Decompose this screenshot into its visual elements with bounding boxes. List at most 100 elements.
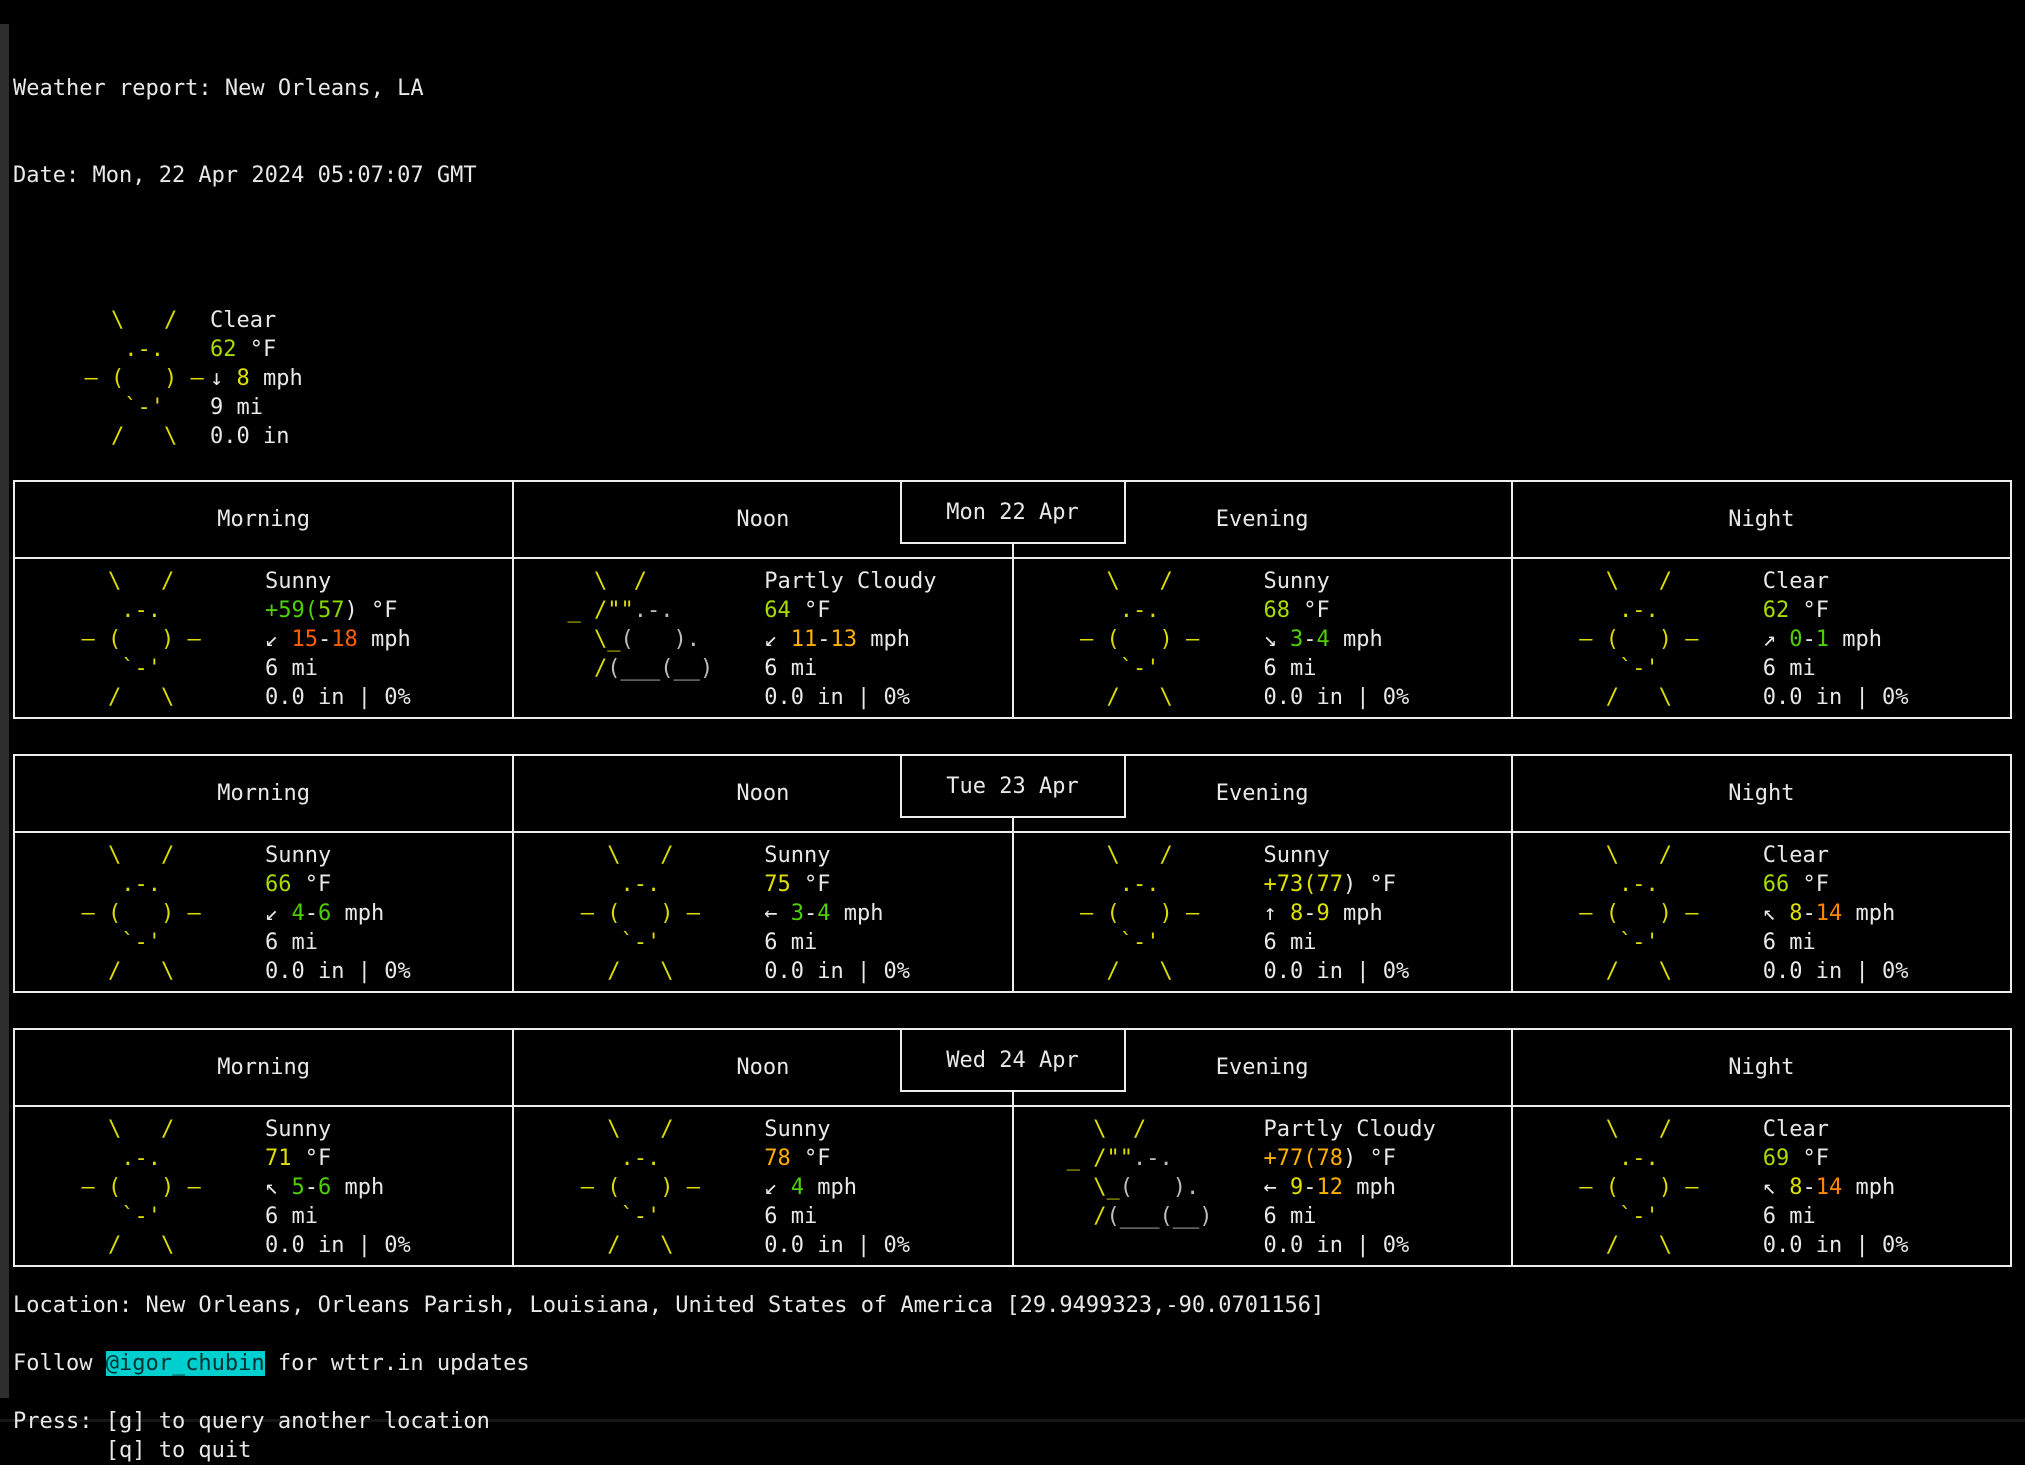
forecast-cell-tue-noon: \ / .-. ― ( ) ― `-' / \ Sunny 75 °F ← 3-… (514, 833, 1013, 991)
precipitation-value: 0.0 in | 0% (1763, 683, 1909, 712)
wind-value: ↓ 8 mph (210, 364, 303, 393)
sun-art: \ / .-. ― ( ) ― `-' / \ (55, 841, 201, 986)
forecast-cell-tue-morning: \ / .-. ― ( ) ― `-' / \ Sunny 66 °F ↙ 4-… (15, 833, 514, 991)
date-box-label: Wed 24 Apr (946, 1046, 1078, 1075)
visibility-value: 6 mi (1264, 654, 1410, 683)
sun-art: \ / .-. ― ( ) ― `-' / \ (1553, 841, 1699, 986)
weather-art: \ / .-. ― ( ) ― `-' / \ (1054, 841, 1264, 991)
wind-direction-arrow: ↑ (1264, 901, 1291, 926)
wind-value: ↑ 8-9 mph (1264, 899, 1410, 928)
temperature-value: +73(77) °F (1264, 870, 1410, 899)
forecast-cell-tue-night: \ / .-. ― ( ) ― `-' / \ Clear 66 °F ↖ 8-… (1513, 833, 2010, 991)
condition-label: Partly Cloudy (1264, 1115, 1436, 1144)
forecast-day-section-tue: Tue 23 Apr Morning Noon Evening Night \ … (13, 754, 2012, 993)
temperature-value: 69 °F (1763, 1144, 1909, 1173)
precipitation-value: 0.0 in | 0% (1763, 1231, 1909, 1260)
wind-value: ↗ 0-1 mph (1763, 625, 1909, 654)
weather-art: \ / .-. ― ( ) ― `-' / \ (1553, 567, 1763, 717)
twitter-handle: @igor_chubin (106, 1351, 265, 1376)
wind-direction-arrow: ← (764, 901, 791, 926)
sun-art: \ / .-. ― ( ) ― `-' / \ (1054, 567, 1200, 712)
forecast-cell-wed-noon: \ / .-. ― ( ) ― `-' / \ Sunny 78 °F ↙ 4 … (514, 1107, 1013, 1265)
cloud-art: .-. ( ). (___(__) (554, 567, 713, 683)
precipitation-value: 0.0 in | 0% (764, 1231, 910, 1260)
wind-direction-arrow: ↙ (764, 1175, 791, 1200)
condition-label: Clear (1763, 841, 1909, 870)
wind-value: ↖ 8-14 mph (1763, 1173, 1909, 1202)
forecast-cell-mon-morning: \ / .-. ― ( ) ― `-' / \ Sunny +59(57) °F… (15, 559, 514, 717)
forecast-cell-wed-night: \ / .-. ― ( ) ― `-' / \ Clear 69 °F ↖ 8-… (1513, 1107, 2010, 1265)
wind-direction-arrow: ↙ (265, 901, 292, 926)
wind-value: ↖ 8-14 mph (1763, 899, 1909, 928)
temperature-value: 62 °F (210, 335, 303, 364)
forecast-cell-mon-night: \ / .-. ― ( ) ― `-' / \ Clear 62 °F ↗ 0-… (1513, 559, 2010, 717)
follow-line: Follow @igor_chubin for wttr.in updates (13, 1349, 2012, 1378)
date-box-tue: Tue 23 Apr (900, 754, 1126, 818)
sun-art: \ / .-. ― ( ) ― `-' / \ (1553, 1115, 1699, 1260)
temperature-value: 78 °F (764, 1144, 910, 1173)
wind-value: ← 9-12 mph (1264, 1173, 1436, 1202)
weather-art: \ / .-. ― ( ) ― `-' / \ (1054, 567, 1264, 717)
sun-art: \ / .-. ― ( ) ― `-' / \ (554, 841, 700, 986)
precipitation-value: 0.0 in | 0% (265, 683, 411, 712)
report-footer: Location: New Orleans, Orleans Parish, L… (13, 1291, 2012, 1465)
forecast-cell-tue-evening: \ / .-. ― ( ) ― `-' / \ Sunny +73(77) °F… (1014, 833, 1513, 991)
condition-label: Sunny (265, 567, 411, 596)
condition-label: Sunny (265, 1115, 411, 1144)
visibility-value: 6 mi (265, 928, 411, 957)
condition-label: Sunny (1264, 841, 1410, 870)
wind-direction-arrow: ↙ (265, 627, 292, 652)
visibility-value: 6 mi (1264, 1202, 1436, 1231)
wind-value: ↙ 4-6 mph (265, 899, 411, 928)
temperature-value: 75 °F (764, 870, 910, 899)
report-header: Weather report: New Orleans, LA Date: Mo… (13, 0, 2012, 248)
precipitation-value: 0.0 in | 0% (1264, 683, 1410, 712)
wind-direction-arrow: ↗ (1763, 627, 1790, 652)
sun-art: \ / .-. ― ( ) ― `-' / \ (55, 567, 201, 712)
sun-art: \ / .-. ― ( ) ― `-' / \ (58, 306, 204, 451)
temperature-value: +59(57) °F (265, 596, 411, 625)
column-header-night: Night (1513, 756, 2010, 831)
sun-art: \ / .-. ― ( ) ― `-' / \ (1054, 841, 1200, 986)
terminal-scrollbar[interactable] (0, 24, 9, 1398)
weather-art: \ / .-. ― ( ) ― `-' / \ (554, 841, 764, 991)
visibility-value: 6 mi (1763, 928, 1909, 957)
forecast-cell-mon-evening: \ / .-. ― ( ) ― `-' / \ Sunny 68 °F ↘ 3-… (1014, 559, 1513, 717)
weather-art: \ / .-. ― ( ) ― `-' / \ (55, 841, 265, 991)
forecast-cell-wed-morning: \ / .-. ― ( ) ― `-' / \ Sunny 71 °F ↖ 5-… (15, 1107, 514, 1265)
wind-direction-arrow: ↖ (1763, 1175, 1790, 1200)
condition-label: Sunny (764, 1115, 910, 1144)
weather-art: \ / .-. ― ( ) ― `-' / \ (1553, 1115, 1763, 1265)
visibility-value: 6 mi (764, 928, 910, 957)
visibility-value: 6 mi (764, 1202, 910, 1231)
column-header-night: Night (1513, 1030, 2010, 1105)
forecast-cell-mon-noon: \ / _ /"" \_ / .-. ( ). (___(__) Partly … (514, 559, 1013, 717)
weather-art: \ / _ /"" \_ / .-. ( ). (___(__) (554, 567, 764, 717)
temperature-value: 64 °F (764, 596, 936, 625)
wind-value: ↙ 15-18 mph (265, 625, 411, 654)
wind-direction-arrow: ↖ (265, 1175, 292, 1200)
temperature-value: 66 °F (265, 870, 411, 899)
visibility-value: 6 mi (1763, 654, 1909, 683)
temperature-value: 68 °F (1264, 596, 1410, 625)
report-date-line: Date: Mon, 22 Apr 2024 05:07:07 GMT (13, 161, 2012, 190)
sun-art: \ / .-. ― ( ) ― `-' / \ (554, 1115, 700, 1260)
date-box-label: Mon 22 Apr (946, 498, 1078, 527)
wind-direction-arrow: ← (1264, 1175, 1291, 1200)
temperature-value: 66 °F (1763, 870, 1909, 899)
weather-art: \ / .-. ― ( ) ― `-' / \ (1553, 841, 1763, 991)
precipitation-value: 0.0 in | 0% (265, 957, 411, 986)
forecast-day-section-wed: Wed 24 Apr Morning Noon Evening Night \ … (13, 1028, 2012, 1267)
wind-value: ↖ 5-6 mph (265, 1173, 411, 1202)
wind-value: ↙ 11-13 mph (764, 625, 936, 654)
weather-art: \ / .-. ― ( ) ― `-' / \ (58, 306, 210, 451)
weather-art: \ / .-. ― ( ) ― `-' / \ (554, 1115, 764, 1265)
visibility-value: 6 mi (265, 654, 411, 683)
date-box-wed: Wed 24 Apr (900, 1028, 1126, 1092)
condition-label: Sunny (1264, 567, 1410, 596)
column-header-morning: Morning (15, 1030, 514, 1105)
precipitation-value: 0.0 in | 0% (1264, 957, 1410, 986)
press-instruction-quit: [q] to quit (13, 1436, 2012, 1465)
wind-value: ← 3-4 mph (764, 899, 910, 928)
wind-direction-arrow: ↖ (1763, 901, 1790, 926)
